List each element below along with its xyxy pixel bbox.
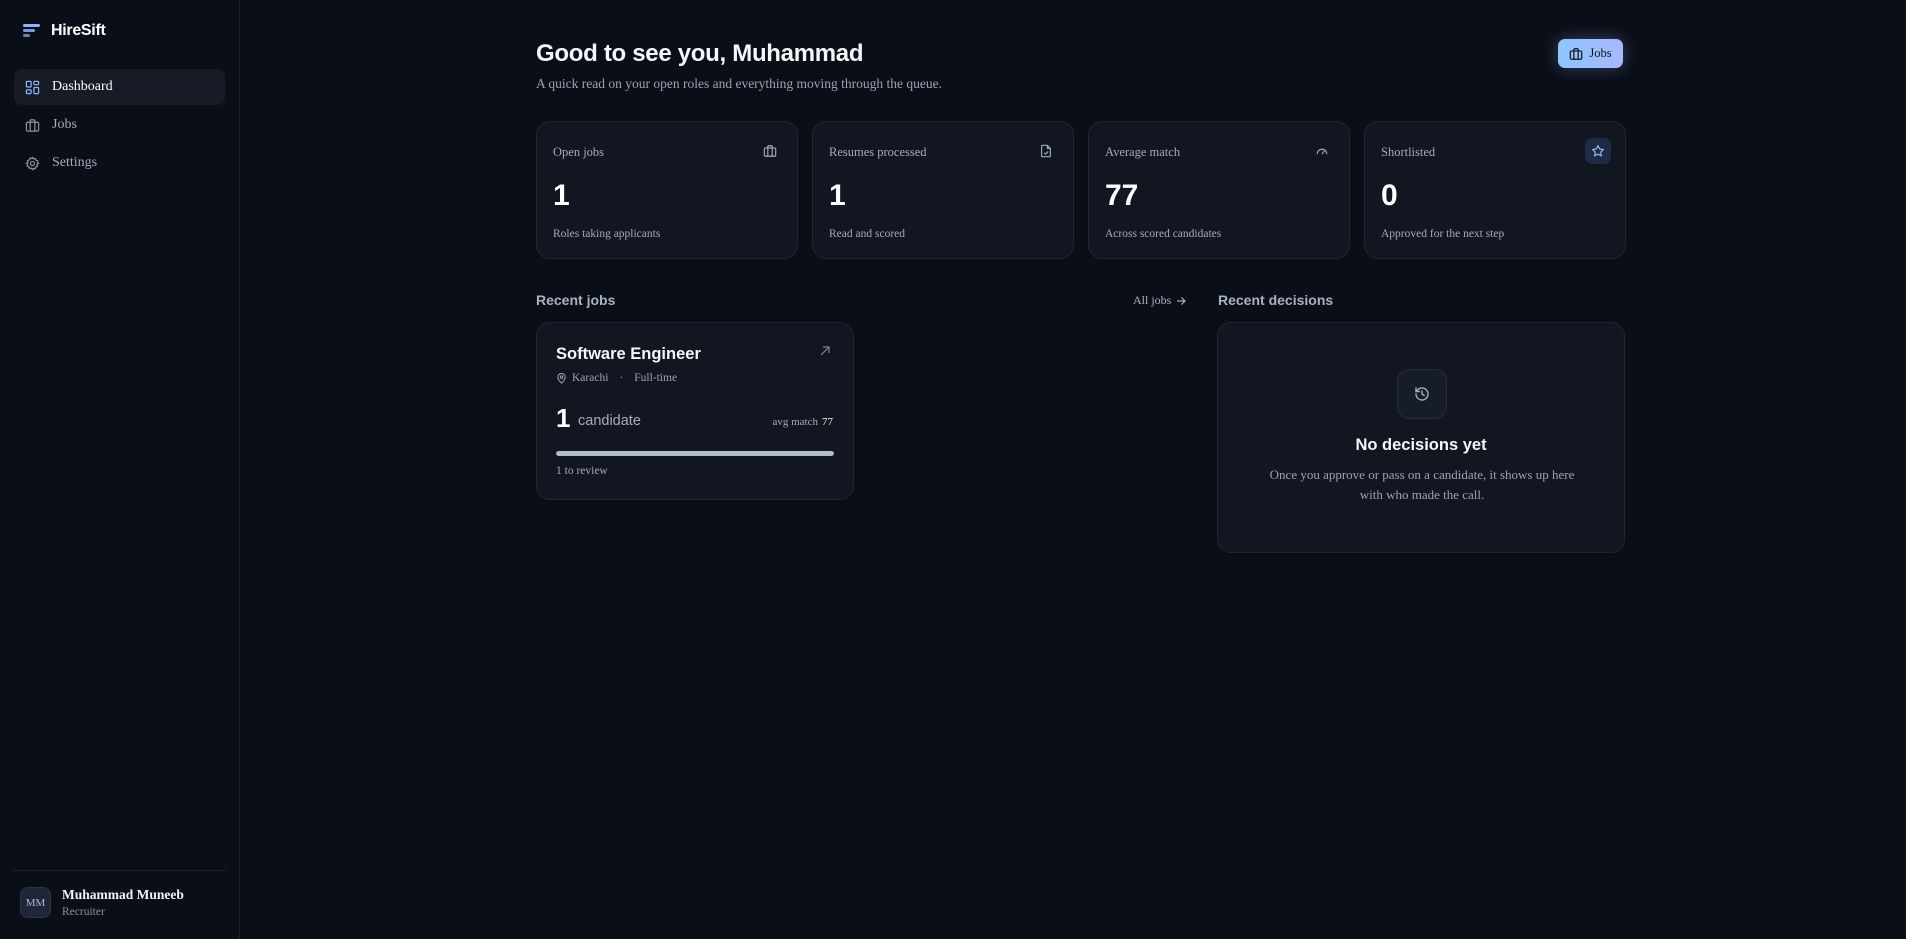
briefcase-icon <box>25 118 40 132</box>
stat-label: Resumes processed <box>829 145 927 159</box>
stat-caption: Approved for the next step <box>1381 228 1505 240</box>
gear-icon <box>25 155 40 171</box>
user-name: Muhammad Muneeb <box>62 887 184 902</box>
job-meta: Karachi · Full-time <box>556 372 677 384</box>
all-jobs-link[interactable]: All jobs <box>1133 293 1187 308</box>
recent-decisions-title: Recent decisions <box>1218 292 1334 308</box>
dashboard-icon <box>25 80 40 94</box>
job-location: Karachi <box>572 372 609 384</box>
briefcase-icon <box>757 138 783 164</box>
stat-card-shortlisted: Shortlisted 0 Approved for the next step <box>1364 121 1626 259</box>
meta-separator: · <box>619 372 624 384</box>
stat-value: 77 <box>1105 179 1139 212</box>
avatar: MM <box>20 887 51 918</box>
stat-label: Open jobs <box>553 145 605 159</box>
job-type: Full-time <box>634 372 678 384</box>
arrow-right-icon <box>1177 296 1187 305</box>
sidebar: HireSift Dashboard Jobs Settings MM Muha… <box>0 0 240 939</box>
stat-value: 1 <box>553 179 570 212</box>
recent-decisions-card: No decisions yet Once you approve or pas… <box>1217 322 1625 553</box>
review-progress-fill <box>556 451 834 456</box>
avg-match-label: avg match <box>772 416 818 428</box>
stat-caption: Across scored candidates <box>1105 228 1222 240</box>
file-check-icon <box>1033 138 1059 164</box>
brand-logo-icon <box>23 23 41 39</box>
brand[interactable]: HireSift <box>23 22 106 40</box>
sidebar-item-dashboard[interactable]: Dashboard <box>14 69 225 105</box>
all-jobs-label: All jobs <box>1133 293 1172 307</box>
candidate-label: candidate <box>578 413 641 429</box>
jobs-button-label: Jobs <box>1589 46 1612 60</box>
star-icon <box>1585 138 1611 164</box>
sidebar-item-label: Settings <box>52 155 98 170</box>
gauge-icon <box>1309 138 1335 164</box>
sidebar-item-label: Dashboard <box>52 79 113 94</box>
briefcase-icon <box>1570 47 1583 60</box>
avg-match-value: 77 <box>822 416 833 428</box>
history-icon <box>1397 369 1447 419</box>
stat-label: Average match <box>1105 145 1181 159</box>
review-progress-bar <box>556 451 834 456</box>
recent-jobs-title: Recent jobs <box>536 292 616 308</box>
brand-name: HireSift <box>51 22 106 39</box>
stat-value: 0 <box>1381 179 1398 212</box>
stat-card-average-match: Average match 77 Across scored candidate… <box>1088 121 1350 259</box>
user-role: Recruiter <box>62 906 105 918</box>
empty-state-title: No decisions yet <box>1355 436 1487 454</box>
sidebar-item-jobs[interactable]: Jobs <box>14 107 225 143</box>
candidate-count: 1 <box>556 403 571 433</box>
stat-caption: Read and scored <box>829 228 905 240</box>
job-card[interactable]: Software Engineer Karachi · Full-time 1 … <box>536 322 854 500</box>
page-subtitle: A quick read on your open roles and ever… <box>536 76 943 91</box>
jobs-button[interactable]: Jobs <box>1558 39 1623 68</box>
empty-state-text: Once you approve or pass on a candidate,… <box>1269 467 1575 502</box>
stats-row: Open jobs 1 Roles taking applicants Resu… <box>536 121 1626 259</box>
avg-match: avg match 77 <box>772 416 833 428</box>
location-pin-icon <box>557 372 566 384</box>
stat-card-resumes-processed: Resumes processed 1 Read and scored <box>812 121 1074 259</box>
page-title: Good to see you, Muhammad <box>536 40 864 67</box>
stat-label: Shortlisted <box>1381 145 1436 159</box>
job-title: Software Engineer <box>556 345 701 363</box>
sidebar-nav: Dashboard Jobs Settings <box>14 69 225 183</box>
stat-value: 1 <box>829 179 846 212</box>
sidebar-item-settings[interactable]: Settings <box>14 145 225 181</box>
stat-card-open-jobs: Open jobs 1 Roles taking applicants <box>536 121 798 259</box>
user-profile[interactable]: MM Muhammad Muneeb Recruiter <box>12 870 226 918</box>
review-status: 1 to review <box>556 465 608 477</box>
external-arrow-icon <box>820 346 830 356</box>
sidebar-item-label: Jobs <box>52 117 77 132</box>
stat-caption: Roles taking applicants <box>553 228 661 240</box>
